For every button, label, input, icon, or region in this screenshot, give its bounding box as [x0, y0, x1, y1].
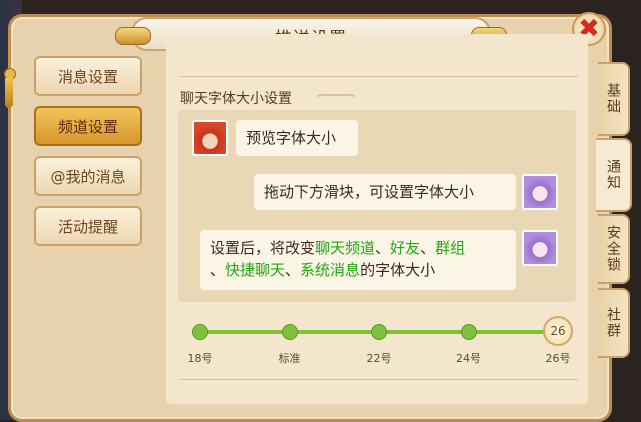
tick-label: 26号	[545, 352, 571, 365]
separator: 、	[210, 261, 226, 279]
tassel-icon	[4, 40, 16, 110]
chat-bubble-info: 设置后，将改变聊天频道、好友、群组 、快捷聊天、系统消息的字体大小	[200, 230, 516, 290]
tab-basic[interactable]: 基础	[598, 62, 630, 136]
hint-text: 拖动下方滑块，可设置字体大小	[264, 183, 475, 201]
tick-label: 标准	[278, 352, 301, 365]
tick-label: 24号	[456, 352, 481, 365]
chat-bubble-hint: 拖动下方滑块，可设置字体大小	[254, 174, 516, 210]
tab-community[interactable]: 社群	[598, 288, 630, 358]
menu-item-event-reminders[interactable]: 活动提醒	[34, 206, 142, 246]
avatar-purple-hair	[522, 174, 558, 210]
content-area: 聊天字体大小设置 预览字体大小 拖动下方滑块，可设置字体大小 设置后，将改变聊天…	[166, 34, 588, 404]
tab-label: 安全锁	[605, 225, 621, 273]
preview-text: 预览字体大小	[246, 129, 337, 147]
menu-item-label: 消息设置	[57, 67, 118, 86]
avatar-red-hair	[192, 120, 228, 156]
tab-label: 社群	[605, 307, 621, 339]
divider	[180, 379, 578, 394]
tab-label: 通知	[605, 159, 621, 191]
highlight-friends: 好友	[390, 239, 421, 257]
slider-handle-value: 26	[550, 324, 566, 338]
slider-stop-18[interactable]	[192, 324, 208, 340]
highlight-groups: 群组	[435, 239, 466, 257]
tab-notifications[interactable]: 通知	[596, 138, 632, 212]
tab-label: 基础	[605, 83, 621, 115]
menu-item-label: @我的消息	[50, 167, 126, 186]
slider-stop-24[interactable]	[460, 324, 477, 340]
highlight-quick-chat: 快捷聊天	[225, 261, 286, 279]
slider-handle[interactable]: 26	[543, 316, 573, 346]
tick-label: 22号	[366, 352, 392, 365]
section-title: 聊天字体大小设置	[180, 91, 292, 107]
menu-item-label: 频道设置	[57, 117, 118, 136]
highlight-system-messages: 系统消息	[300, 261, 361, 279]
menu-item-channel-settings[interactable]: 频道设置	[34, 106, 142, 146]
avatar-purple-hair	[522, 230, 558, 266]
separator: 、	[420, 239, 436, 257]
menu-item-label: 活动提醒	[57, 217, 118, 236]
menu-item-mentions[interactable]: @我的消息	[34, 156, 142, 196]
chat-preview-box: 预览字体大小 拖动下方滑块，可设置字体大小 设置后，将改变聊天频道、好友、群组、…	[178, 110, 576, 302]
info-text: 的字体大小	[360, 261, 436, 279]
separator: 、	[285, 261, 301, 279]
info-text: 设置后，将改变	[210, 239, 316, 257]
slider-stop-22[interactable]	[371, 324, 387, 340]
menu-item-message-settings[interactable]: 消息设置	[34, 56, 142, 96]
font-size-slider[interactable]: 26	[192, 316, 573, 346]
tab-security-lock[interactable]: 安全锁	[598, 214, 630, 284]
separator: 、	[375, 239, 391, 257]
tick-label: 18号	[187, 352, 213, 365]
cloud-ornament-icon	[316, 94, 356, 104]
highlight-chat-channel: 聊天频道	[315, 239, 376, 257]
divider	[180, 44, 578, 77]
chat-bubble-preview: 预览字体大小	[236, 120, 358, 156]
slider-stop-standard[interactable]	[281, 324, 298, 340]
